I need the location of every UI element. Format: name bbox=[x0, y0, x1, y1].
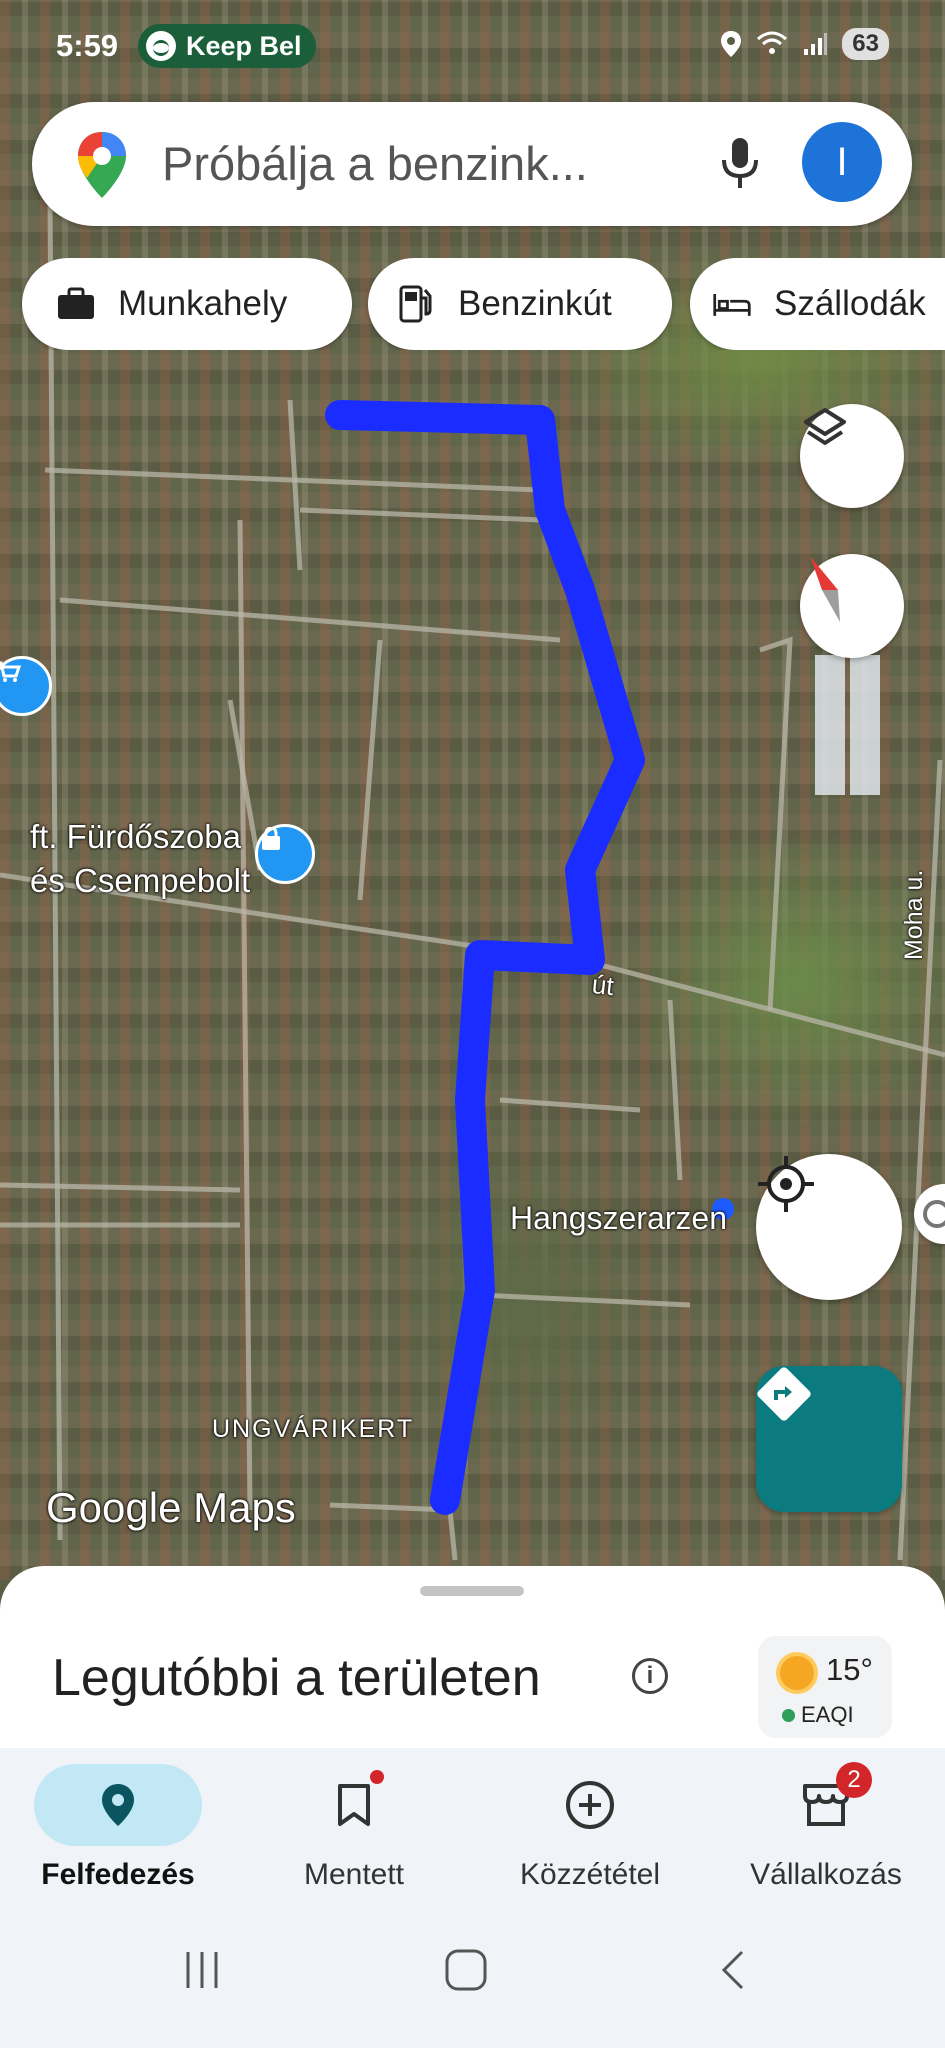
category-chips: Munkahely Benzinkút Szállodák bbox=[0, 258, 945, 350]
spotify-indicator[interactable]: Keep Bel bbox=[138, 24, 316, 68]
status-icons: 63 bbox=[720, 28, 889, 60]
add-circle-icon bbox=[506, 1764, 674, 1846]
air-quality: EAQI bbox=[782, 1702, 854, 1728]
nav-label: Vállalkozás bbox=[750, 1858, 902, 1891]
saved-notification-dot bbox=[370, 1770, 384, 1784]
directions-icon bbox=[757, 1367, 811, 1421]
chip-label: Szállodák bbox=[774, 284, 926, 323]
signal-icon bbox=[804, 33, 828, 55]
nav-label: Mentett bbox=[303, 1858, 405, 1891]
my-location-icon bbox=[758, 1156, 814, 1212]
map-roads bbox=[0, 199, 945, 1561]
briefcase-icon bbox=[56, 284, 96, 324]
map-label-poi[interactable]: Hangszerarzen bbox=[510, 1200, 727, 1237]
business-badge: 2 bbox=[836, 1762, 872, 1798]
nav-mentett[interactable]: Mentett bbox=[236, 1748, 472, 1904]
battery-indicator: 63 bbox=[842, 28, 889, 60]
search-bar[interactable]: Próbálja a benzink... I bbox=[32, 102, 912, 226]
chip-benzinkut[interactable]: Benzinkút bbox=[368, 258, 672, 350]
chip-munkahely[interactable]: Munkahely bbox=[22, 258, 352, 350]
system-navigation-bar bbox=[0, 1904, 945, 2048]
spotify-icon bbox=[146, 31, 176, 61]
nav-label: Felfedezés bbox=[41, 1858, 195, 1891]
status-bar: 5:59 Keep Bel 63 bbox=[0, 0, 945, 90]
map-label-road: út bbox=[590, 968, 616, 1002]
map-label-street: Moha u. bbox=[900, 869, 928, 960]
bed-icon bbox=[712, 284, 752, 324]
weather-temperature: 15° bbox=[826, 1652, 873, 1687]
sheet-title: Legutóbbi a területen bbox=[52, 1649, 541, 1707]
microphone-icon[interactable] bbox=[720, 136, 760, 192]
storefront-icon bbox=[742, 1764, 910, 1846]
nav-label: Közzététel bbox=[519, 1858, 661, 1891]
compass-button[interactable] bbox=[800, 554, 904, 658]
search-input[interactable]: Próbálja a benzink... bbox=[162, 136, 588, 191]
google-maps-logo-icon bbox=[78, 132, 126, 198]
nav-felfedezes[interactable]: Felfedezés bbox=[0, 1748, 236, 1904]
nav-kozzetetel[interactable]: Közzététel bbox=[472, 1748, 708, 1904]
bookmark-icon bbox=[270, 1764, 438, 1846]
sheet-drag-handle[interactable] bbox=[420, 1586, 524, 1596]
shopping-bag-poi-icon[interactable] bbox=[255, 824, 315, 884]
map-view[interactable]: ft. Fürdőszoba és Csempebolt út Hangszer… bbox=[0, 0, 945, 1580]
map-label-shop-line1: ft. Fürdőszoba bbox=[30, 818, 241, 855]
explore-pin-icon bbox=[34, 1764, 202, 1846]
gas-station-icon bbox=[396, 284, 436, 324]
info-icon[interactable]: i bbox=[632, 1658, 668, 1694]
nav-vallalkozas[interactable]: 2 Vállalkozás bbox=[708, 1748, 944, 1904]
chip-label: Munkahely bbox=[118, 284, 288, 323]
weather-widget[interactable]: 15° EAQI bbox=[758, 1636, 892, 1738]
google-maps-watermark: Google Maps bbox=[46, 1484, 296, 1531]
bottom-navigation: Felfedezés Mentett Közzététel 2 Vállalko… bbox=[0, 1748, 945, 1904]
recent-apps-icon[interactable] bbox=[180, 1948, 224, 1992]
air-quality-label: EAQI bbox=[801, 1702, 854, 1727]
route-line bbox=[325, 400, 645, 1515]
spotify-text: Keep Bel bbox=[186, 30, 302, 61]
profile-avatar[interactable]: I bbox=[802, 122, 882, 202]
wifi-icon bbox=[757, 31, 788, 54]
back-icon[interactable] bbox=[712, 1948, 756, 1992]
compass-icon bbox=[810, 556, 840, 622]
chip-label: Benzinkút bbox=[458, 284, 612, 323]
location-status-icon bbox=[721, 31, 742, 57]
map-label-shop-line2: és Csempebolt bbox=[30, 862, 251, 899]
map-label-district: UNGVÁRIKERT bbox=[212, 1415, 415, 1443]
bottom-sheet[interactable]: Legutóbbi a területen i 15° EAQI bbox=[0, 1566, 945, 1748]
status-time: 5:59 bbox=[56, 28, 119, 63]
my-location-button[interactable] bbox=[756, 1154, 902, 1300]
chip-szallodak[interactable]: Szállodák bbox=[690, 258, 945, 350]
layers-button[interactable] bbox=[800, 404, 904, 508]
sun-icon bbox=[780, 1656, 814, 1690]
home-icon[interactable] bbox=[444, 1948, 488, 1992]
directions-button[interactable] bbox=[756, 1366, 902, 1512]
layers-icon bbox=[804, 408, 846, 445]
air-quality-dot-icon bbox=[782, 1708, 795, 1722]
